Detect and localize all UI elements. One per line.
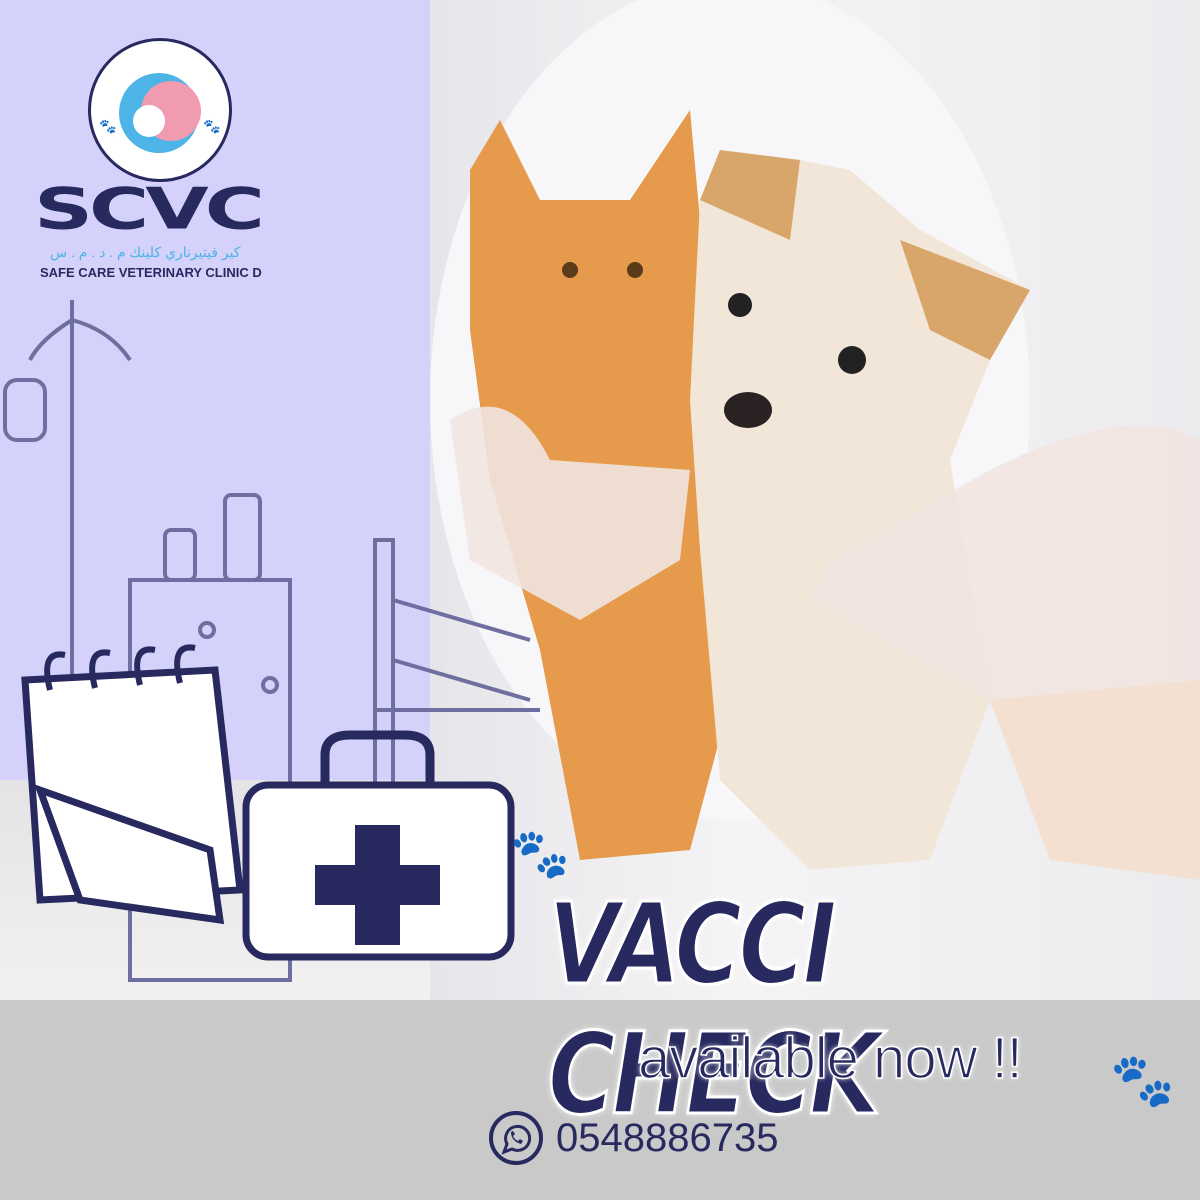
clinic-logo: 🐾 🐾: [88, 38, 232, 182]
subheadline: available now !!: [637, 1025, 1023, 1092]
svg-text:🐾: 🐾: [203, 118, 220, 135]
clinic-name: SAFE CARE VETERINARY CLINIC D: [40, 265, 262, 280]
phone-number[interactable]: 0548886735: [556, 1116, 778, 1161]
logo-wordmark: SCVC: [34, 176, 265, 243]
cat-dog-logo-icon: 🐾 🐾: [99, 73, 220, 153]
first-aid-kit-icon: [242, 730, 515, 961]
headline: VACCI CHECK: [547, 879, 882, 1142]
contact-phone[interactable]: 0548886735: [488, 1110, 778, 1166]
arabic-clinic-name: كير فيتيرناري كلينك م . د . م . س: [50, 244, 241, 260]
whatsapp-icon: [489, 1111, 543, 1165]
paw-icon: 🐾: [510, 828, 570, 881]
notepad-icon: [21, 644, 244, 925]
svg-text:🐾: 🐾: [99, 118, 116, 135]
paw-icon: 🐾: [1110, 1052, 1175, 1110]
